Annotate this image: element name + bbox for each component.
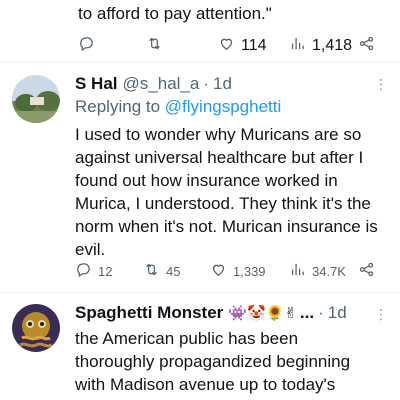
share-button[interactable] — [358, 261, 375, 281]
reply-count: 12 — [98, 263, 113, 279]
views-button[interactable]: 34.7K — [289, 261, 346, 281]
reply-button[interactable]: 12 — [75, 261, 112, 281]
like-count: 1,339 — [233, 263, 266, 279]
heart-icon — [210, 261, 227, 281]
avatar[interactable] — [12, 75, 60, 123]
repost-icon — [146, 35, 163, 57]
timestamp[interactable]: 1d — [213, 74, 232, 94]
tweet-text: to afford to pay attention." — [78, 4, 272, 23]
name-emojis: 👾🤡🌻✌ — [228, 304, 297, 322]
views-icon — [289, 35, 306, 57]
tweet-text: I used to wonder why Muricans are so aga… — [75, 123, 378, 261]
author-row: Spaghetti Monster 👾🤡🌻✌ ... · 1d — [75, 303, 347, 323]
reply-icon — [75, 261, 92, 281]
separator-dot: · — [203, 74, 210, 93]
views-icon — [289, 261, 306, 281]
tweet-actions: 114 1,418 — [0, 32, 400, 56]
text-line: with Madison avenue up to today's — [75, 375, 336, 394]
text-line: Murica, I understood. They think it's th… — [75, 194, 371, 213]
views-button[interactable]: 1,418 — [289, 35, 352, 57]
divider — [0, 292, 400, 293]
separator-dot: · — [318, 303, 324, 322]
text-line: found out how insurance worked in — [75, 171, 338, 190]
more-icon[interactable]: ⋮ — [374, 76, 388, 93]
replying-to: Replying to @flyingspghetti — [75, 97, 281, 117]
views-count: 1,418 — [312, 37, 353, 54]
author-handle[interactable]: @s_hal_a — [123, 74, 200, 94]
replying-to-link[interactable]: @flyingspghetti — [165, 97, 282, 116]
replying-prefix: Replying to — [75, 97, 165, 116]
repost-count: 45 — [166, 263, 181, 279]
repost-icon — [143, 261, 160, 281]
tweet-actions: 12 45 1,339 34.7K — [0, 261, 400, 285]
text-line: against universal healthcare but after I — [75, 148, 364, 167]
author-name[interactable]: S Hal — [75, 74, 118, 94]
text-line: I used to wonder why Muricans are so — [75, 125, 362, 144]
like-count: 114 — [241, 37, 267, 54]
share-icon — [358, 35, 375, 57]
text-line: the American public has been — [75, 329, 299, 348]
tweet-text: the American public has been thoroughly … — [75, 327, 350, 396]
views-count: 34.7K — [312, 263, 346, 279]
repost-button[interactable] — [146, 35, 163, 57]
repost-button[interactable]: 45 — [143, 261, 180, 281]
author-name[interactable]: Spaghetti Monster — [75, 303, 223, 323]
timestamp[interactable]: 1d — [328, 303, 347, 323]
heart-icon — [218, 35, 235, 57]
avatar[interactable] — [12, 304, 60, 352]
like-button[interactable]: 1,339 — [210, 261, 266, 281]
more-icon[interactable]: ⋮ — [374, 306, 388, 323]
text-line: evil. — [75, 240, 106, 259]
share-button[interactable] — [358, 35, 375, 57]
author-row: S Hal @s_hal_a · 1d — [75, 74, 232, 94]
name-ellipsis: ... — [299, 303, 315, 322]
share-icon — [358, 261, 375, 281]
text-line: norm when it's not. Murican insurance is — [75, 217, 378, 236]
reply-button[interactable] — [78, 35, 95, 57]
text-line: thoroughly propagandized beginning — [75, 352, 351, 371]
reply-icon — [78, 35, 95, 57]
divider — [0, 62, 400, 63]
like-button[interactable]: 114 — [218, 35, 267, 57]
